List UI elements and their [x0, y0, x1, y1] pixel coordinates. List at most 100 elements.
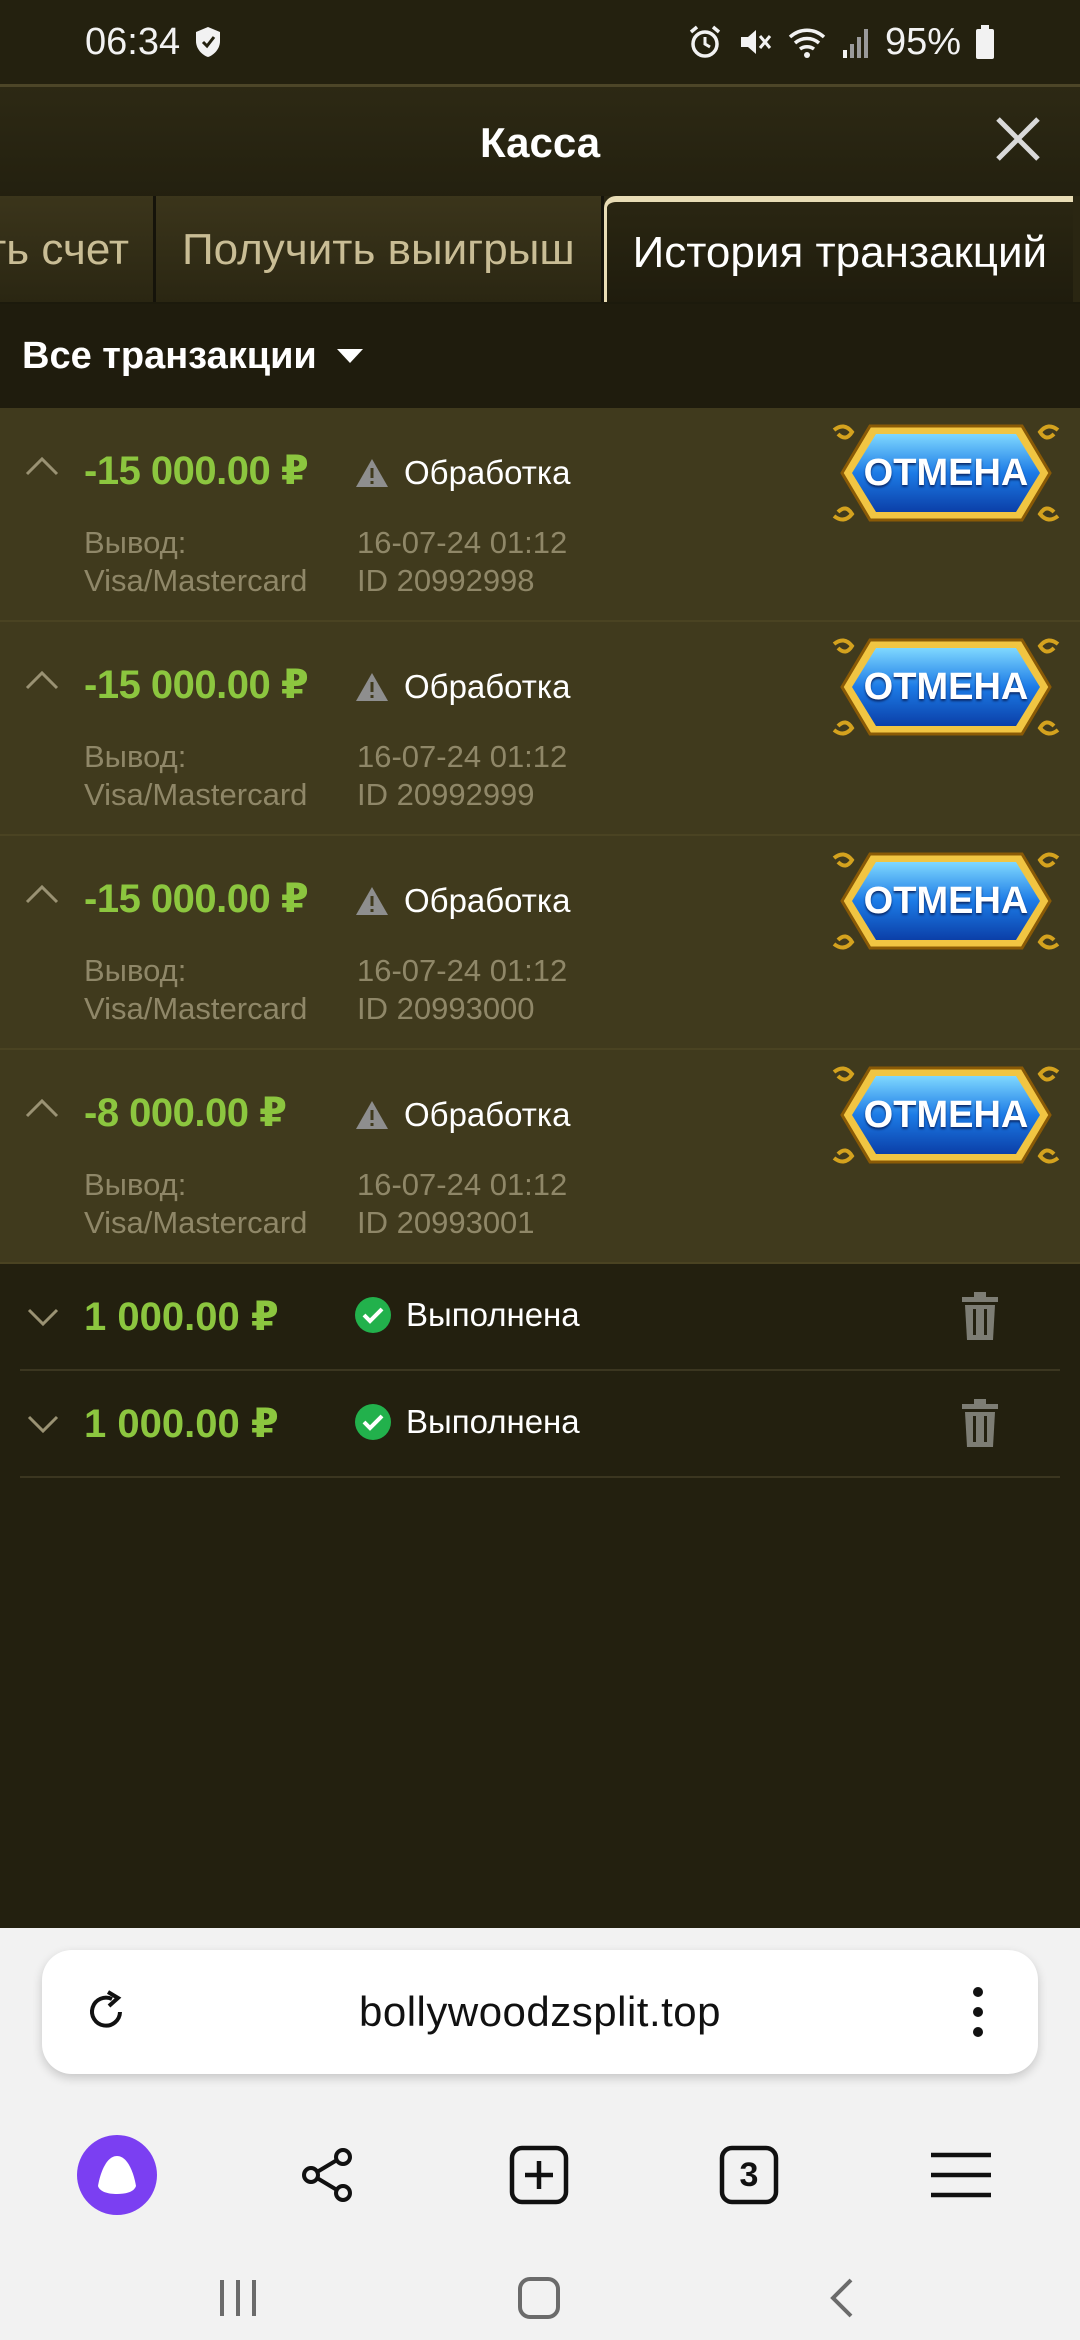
status-bar: 06:34 95%: [0, 0, 1080, 84]
cashier-header: Касса: [0, 87, 1080, 199]
transaction-meta: 16-07-24 01:12 ID 20993001: [357, 1166, 567, 1242]
transaction-date: 16-07-24 01:12: [357, 953, 568, 988]
transaction-amount: -15 000.00 ₽: [84, 663, 309, 707]
address-bar[interactable]: bollywoodzsplit.top: [42, 1950, 1038, 2074]
trash-icon[interactable]: [962, 1292, 998, 1340]
browser-nav-row: 3: [0, 2120, 1080, 2230]
mute-icon: [740, 30, 772, 54]
warning-icon: [356, 673, 388, 701]
tab-deposit[interactable]: ть счет: [0, 196, 156, 302]
caret-down-icon: [336, 349, 363, 363]
signal-icon: [842, 29, 868, 58]
cashier-tabs: ть счет Получить выигрыш История транзак…: [0, 196, 1080, 304]
status-label: Обработка: [404, 668, 571, 705]
status-label: Обработка: [404, 454, 571, 491]
tabs-button[interactable]: 3: [694, 2120, 804, 2230]
completed-transaction-row[interactable]: 1 000.00 ₽ Выполнена: [20, 1371, 1060, 1478]
wifi-icon: [788, 28, 826, 58]
home-button[interactable]: [509, 2268, 569, 2328]
tab-withdraw-label: Получить выигрыш: [182, 225, 575, 274]
cancel-button[interactable]: ОТМЕНА: [830, 420, 1062, 526]
pending-transaction-row: -15 000.00 ₽ Обработка Вывод: Visa/Master…: [0, 622, 1080, 836]
transaction-date: 16-07-24 01:12: [357, 525, 568, 560]
status-label: Выполнена: [406, 1403, 580, 1440]
back-icon: [830, 2278, 853, 2318]
filter-label: Все транзакции: [22, 334, 317, 377]
tab-deposit-label: ть счет: [0, 225, 129, 274]
cancel-button[interactable]: ОТМЕНА: [830, 1062, 1062, 1168]
method-name: Visa/Mastercard: [84, 563, 308, 598]
alice-assistant-button[interactable]: [62, 2120, 172, 2230]
tab-withdraw[interactable]: Получить выигрыш: [156, 196, 604, 302]
trash-icon[interactable]: [962, 1399, 998, 1447]
completed-transaction-row[interactable]: 1 000.00 ₽ Выполнена: [20, 1264, 1060, 1371]
transaction-method: Вывод: Visa/Mastercard: [84, 1166, 307, 1242]
transaction-status: Обработка: [354, 668, 570, 706]
transaction-date: 16-07-24 01:12: [357, 1167, 568, 1202]
status-time: 06:34: [85, 20, 181, 63]
battery-percent: 95%: [884, 20, 961, 63]
status-label: Обработка: [404, 1096, 571, 1133]
more-vertical-icon[interactable]: [972, 1986, 984, 2038]
transaction-meta: 16-07-24 01:12 ID 20992999: [357, 738, 567, 814]
transaction-amount: 1 000.00 ₽: [84, 1295, 279, 1339]
transaction-filter-dropdown[interactable]: Все транзакции: [0, 304, 1080, 408]
chevron-down-icon[interactable]: [26, 1306, 60, 1328]
transaction-amount: -15 000.00 ₽: [84, 877, 309, 921]
share-icon: [302, 2148, 352, 2202]
transaction-status: Обработка: [354, 1096, 570, 1134]
pending-transaction-row: -15 000.00 ₽ Обработка Вывод: Visa/Master…: [0, 836, 1080, 1050]
plus-square-icon: [509, 2145, 569, 2205]
new-tab-button[interactable]: [484, 2120, 594, 2230]
recent-apps-icon: [220, 2280, 256, 2316]
transaction-date: 16-07-24 01:12: [357, 739, 568, 774]
recent-apps-button[interactable]: [208, 2268, 268, 2328]
share-button[interactable]: [272, 2120, 382, 2230]
alarm-icon: [689, 25, 721, 58]
status-label: Обработка: [404, 882, 571, 919]
pending-transaction-row: -15 000.00 ₽ Обработка Вывод: Visa/Master…: [0, 408, 1080, 622]
transaction-method: Вывод: Visa/Mastercard: [84, 524, 307, 600]
warning-icon: [356, 459, 388, 487]
transaction-status: Обработка: [354, 882, 570, 920]
menu-button[interactable]: [906, 2120, 1016, 2230]
tab-history[interactable]: История транзакций: [603, 196, 1074, 302]
transaction-amount: -15 000.00 ₽: [84, 449, 309, 493]
browser-toolbar: bollywoodzsplit.top 3: [0, 1928, 1080, 2340]
transaction-meta: 16-07-24 01:12 ID 20992998: [357, 524, 567, 600]
chevron-down-icon[interactable]: [26, 1413, 60, 1435]
transaction-list: -15 000.00 ₽ Обработка Вывод: Visa/Master…: [0, 408, 1080, 1478]
battery-icon: [976, 25, 994, 59]
transaction-method: Вывод: Visa/Mastercard: [84, 952, 307, 1028]
transaction-status: Выполнена: [354, 1403, 580, 1441]
transaction-id: ID 20992999: [357, 777, 535, 812]
chevron-up-icon[interactable]: [24, 454, 60, 478]
transaction-id: ID 20993000: [357, 991, 535, 1026]
shield-icon: [196, 27, 221, 57]
warning-icon: [356, 887, 388, 915]
reload-icon[interactable]: [82, 1988, 130, 2036]
url-text: bollywoodzsplit.top: [358, 1988, 722, 2035]
cancel-button-label: ОТМЕНА: [863, 879, 1029, 922]
cancel-button-label: ОТМЕНА: [863, 665, 1029, 708]
method-name: Visa/Mastercard: [84, 777, 308, 812]
close-icon[interactable]: [986, 107, 1050, 171]
home-icon: [518, 2277, 560, 2319]
chevron-up-icon[interactable]: [24, 882, 60, 906]
check-circle-icon: [355, 1404, 391, 1440]
tab-history-label: История транзакций: [632, 228, 1048, 277]
transaction-id: ID 20992998: [357, 563, 535, 598]
method-type: Вывод:: [84, 1167, 187, 1202]
cancel-button[interactable]: ОТМЕНА: [830, 634, 1062, 740]
status-label: Выполнена: [406, 1296, 580, 1333]
hamburger-menu-icon: [931, 2152, 991, 2198]
chevron-up-icon[interactable]: [24, 668, 60, 692]
transaction-status: Выполнена: [354, 1296, 580, 1334]
method-type: Вывод:: [84, 739, 187, 774]
method-name: Visa/Mastercard: [84, 991, 308, 1026]
chevron-up-icon[interactable]: [24, 1096, 60, 1120]
warning-icon: [356, 1101, 388, 1129]
cancel-button[interactable]: ОТМЕНА: [830, 848, 1062, 954]
cancel-button-label: ОТМЕНА: [863, 1093, 1029, 1136]
back-button[interactable]: [812, 2268, 872, 2328]
